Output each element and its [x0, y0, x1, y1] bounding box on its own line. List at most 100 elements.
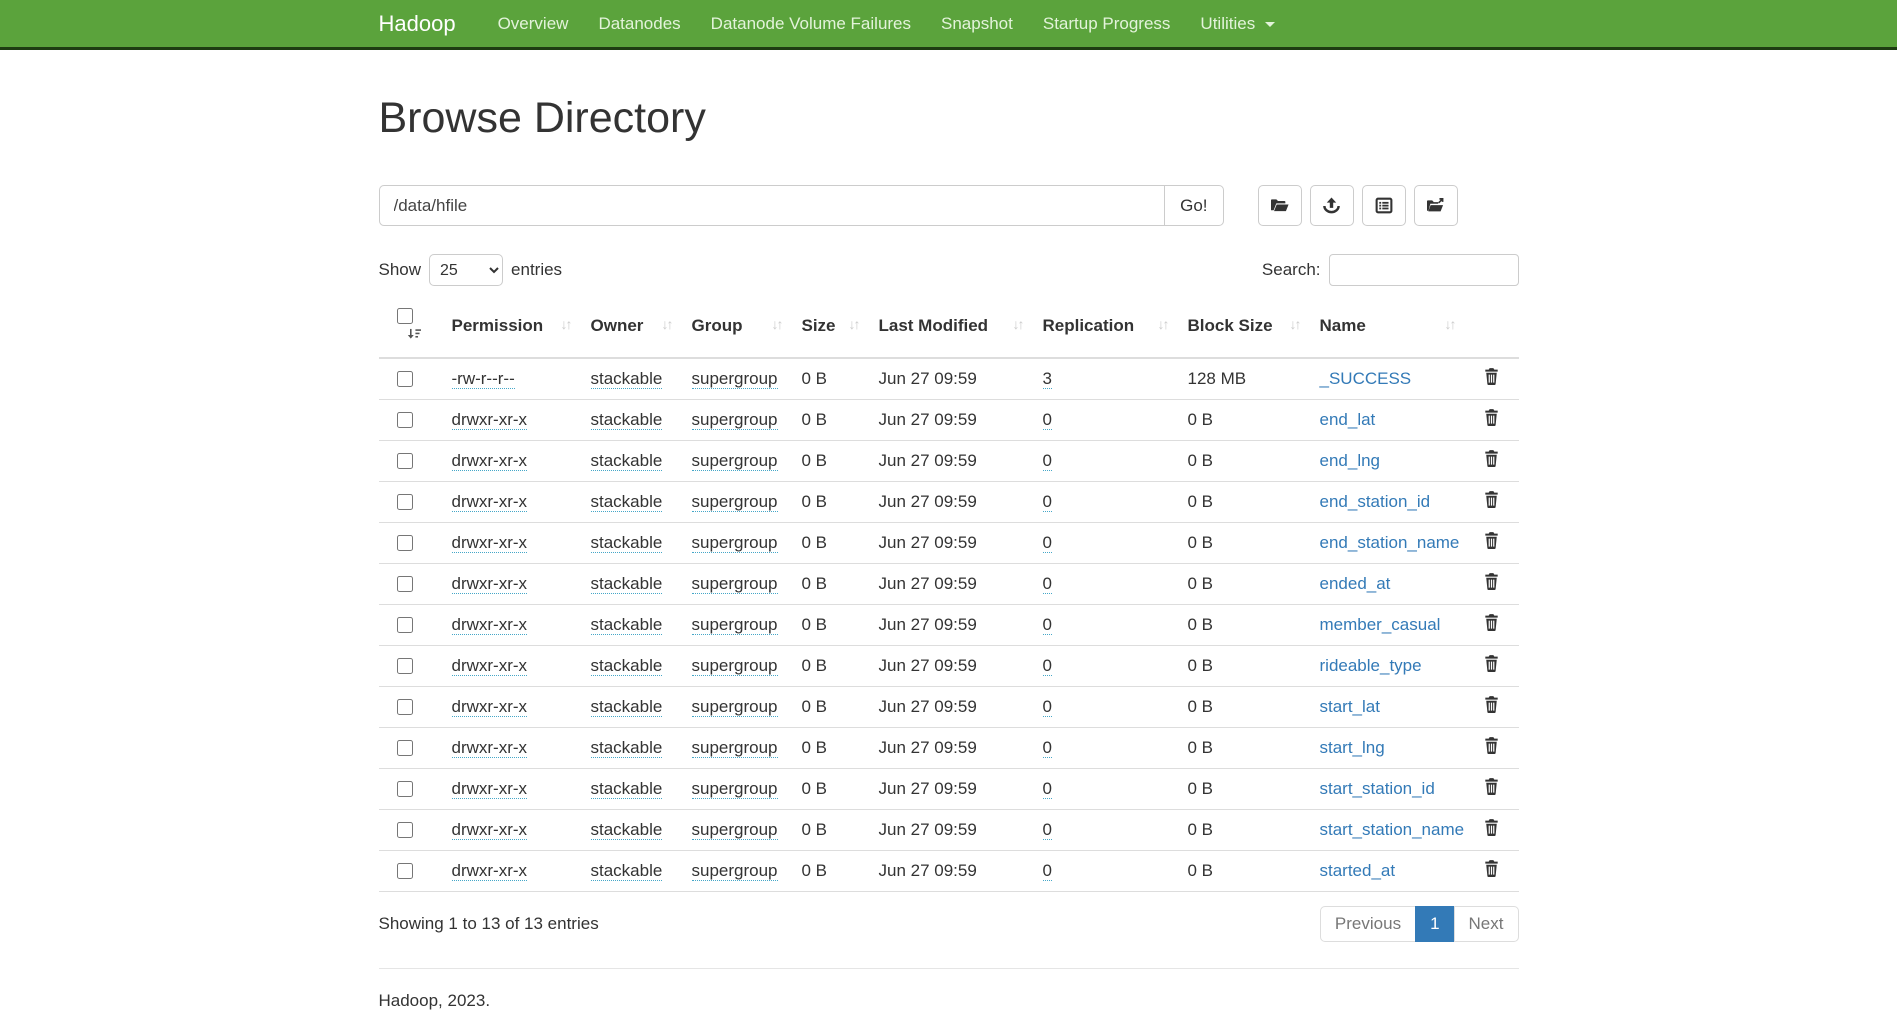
group-value[interactable]: supergroup: [692, 738, 778, 758]
permission-value[interactable]: drwxr-xr-x: [452, 492, 528, 512]
group-value[interactable]: supergroup: [692, 861, 778, 881]
folder-open-button[interactable]: [1258, 185, 1302, 226]
upload-button[interactable]: [1310, 185, 1354, 226]
nav-item-datanodes[interactable]: Datanodes: [583, 0, 695, 47]
list-alt-button[interactable]: [1362, 185, 1406, 226]
column-header-name[interactable]: Name ↓↑: [1310, 294, 1465, 358]
replication-value[interactable]: 0: [1043, 533, 1052, 553]
group-value[interactable]: supergroup: [692, 574, 778, 594]
directory-path-input[interactable]: [379, 185, 1165, 226]
select-all-header[interactable]: [379, 294, 442, 358]
permission-value[interactable]: drwxr-xr-x: [452, 779, 528, 799]
file-name-link[interactable]: start_lat: [1320, 697, 1380, 716]
group-value[interactable]: supergroup: [692, 533, 778, 553]
nav-item-startup-progress[interactable]: Startup Progress: [1028, 0, 1186, 47]
owner-value[interactable]: stackable: [591, 615, 663, 635]
replication-value[interactable]: 0: [1043, 697, 1052, 717]
delete-button[interactable]: [1484, 532, 1499, 554]
delete-button[interactable]: [1484, 450, 1499, 472]
group-value[interactable]: supergroup: [692, 492, 778, 512]
replication-value[interactable]: 0: [1043, 615, 1052, 635]
delete-button[interactable]: [1484, 409, 1499, 431]
owner-value[interactable]: stackable: [591, 697, 663, 717]
nav-item-overview[interactable]: Overview: [483, 0, 584, 47]
group-value[interactable]: supergroup: [692, 615, 778, 635]
replication-value[interactable]: 0: [1043, 779, 1052, 799]
file-name-link[interactable]: ended_at: [1320, 574, 1391, 593]
row-checkbox[interactable]: [397, 863, 413, 879]
owner-value[interactable]: stackable: [591, 451, 663, 471]
pagination-next[interactable]: Next: [1455, 906, 1519, 942]
row-checkbox[interactable]: [397, 412, 413, 428]
delete-button[interactable]: [1484, 655, 1499, 677]
file-name-link[interactable]: end_lat: [1320, 410, 1376, 429]
owner-value[interactable]: stackable: [591, 369, 663, 389]
permission-value[interactable]: drwxr-xr-x: [452, 861, 528, 881]
permission-value[interactable]: drwxr-xr-x: [452, 451, 528, 471]
file-name-link[interactable]: start_station_id: [1320, 779, 1435, 798]
navbar-brand[interactable]: Hadoop: [379, 0, 471, 47]
group-value[interactable]: supergroup: [692, 410, 778, 430]
nav-item-snapshot[interactable]: Snapshot: [926, 0, 1028, 47]
permission-value[interactable]: drwxr-xr-x: [452, 738, 528, 758]
permission-value[interactable]: drwxr-xr-x: [452, 574, 528, 594]
row-checkbox[interactable]: [397, 617, 413, 633]
pagination-previous[interactable]: Previous: [1321, 906, 1416, 942]
file-name-link[interactable]: start_lng: [1320, 738, 1385, 757]
group-value[interactable]: supergroup: [692, 656, 778, 676]
group-value[interactable]: supergroup: [692, 697, 778, 717]
delete-button[interactable]: [1484, 573, 1499, 595]
permission-value[interactable]: drwxr-xr-x: [452, 820, 528, 840]
replication-value[interactable]: 0: [1043, 656, 1052, 676]
owner-value[interactable]: stackable: [591, 861, 663, 881]
row-checkbox[interactable]: [397, 781, 413, 797]
replication-value[interactable]: 0: [1043, 492, 1052, 512]
replication-value[interactable]: 0: [1043, 410, 1052, 430]
page-size-select[interactable]: 25: [429, 254, 503, 286]
column-header-owner[interactable]: Owner ↓↑: [581, 294, 682, 358]
delete-button[interactable]: [1484, 368, 1499, 390]
file-name-link[interactable]: end_station_name: [1320, 533, 1460, 552]
row-checkbox[interactable]: [397, 371, 413, 387]
file-name-link[interactable]: end_station_id: [1320, 492, 1431, 511]
row-checkbox[interactable]: [397, 535, 413, 551]
nav-item-datanode-volume-failures[interactable]: Datanode Volume Failures: [696, 0, 926, 47]
row-checkbox[interactable]: [397, 699, 413, 715]
go-button[interactable]: Go!: [1164, 185, 1223, 226]
delete-button[interactable]: [1484, 614, 1499, 636]
permission-value[interactable]: drwxr-xr-x: [452, 697, 528, 717]
owner-value[interactable]: stackable: [591, 492, 663, 512]
replication-value[interactable]: 0: [1043, 574, 1052, 594]
search-input[interactable]: [1329, 254, 1519, 286]
pagination-page-1[interactable]: 1: [1416, 906, 1454, 942]
column-header-last-modified[interactable]: Last Modified ↓↑: [869, 294, 1033, 358]
delete-button[interactable]: [1484, 819, 1499, 841]
file-name-link[interactable]: _SUCCESS: [1320, 369, 1412, 388]
group-value[interactable]: supergroup: [692, 451, 778, 471]
column-header-replication[interactable]: Replication ↓↑: [1033, 294, 1178, 358]
delete-button[interactable]: [1484, 491, 1499, 513]
file-name-link[interactable]: end_lng: [1320, 451, 1381, 470]
row-checkbox[interactable]: [397, 494, 413, 510]
owner-value[interactable]: stackable: [591, 779, 663, 799]
delete-button[interactable]: [1484, 860, 1499, 882]
row-checkbox[interactable]: [397, 658, 413, 674]
owner-value[interactable]: stackable: [591, 738, 663, 758]
file-name-link[interactable]: member_casual: [1320, 615, 1441, 634]
owner-value[interactable]: stackable: [591, 574, 663, 594]
group-value[interactable]: supergroup: [692, 369, 778, 389]
group-value[interactable]: supergroup: [692, 779, 778, 799]
delete-button[interactable]: [1484, 696, 1499, 718]
replication-value[interactable]: 0: [1043, 861, 1052, 881]
owner-value[interactable]: stackable: [591, 820, 663, 840]
owner-value[interactable]: stackable: [591, 533, 663, 553]
permission-value[interactable]: drwxr-xr-x: [452, 410, 528, 430]
row-checkbox[interactable]: [397, 453, 413, 469]
group-value[interactable]: supergroup: [692, 820, 778, 840]
file-name-link[interactable]: started_at: [1320, 861, 1396, 880]
permission-value[interactable]: drwxr-xr-x: [452, 656, 528, 676]
owner-value[interactable]: stackable: [591, 410, 663, 430]
delete-button[interactable]: [1484, 778, 1499, 800]
owner-value[interactable]: stackable: [591, 656, 663, 676]
permission-value[interactable]: -rw-r--r--: [452, 369, 515, 389]
